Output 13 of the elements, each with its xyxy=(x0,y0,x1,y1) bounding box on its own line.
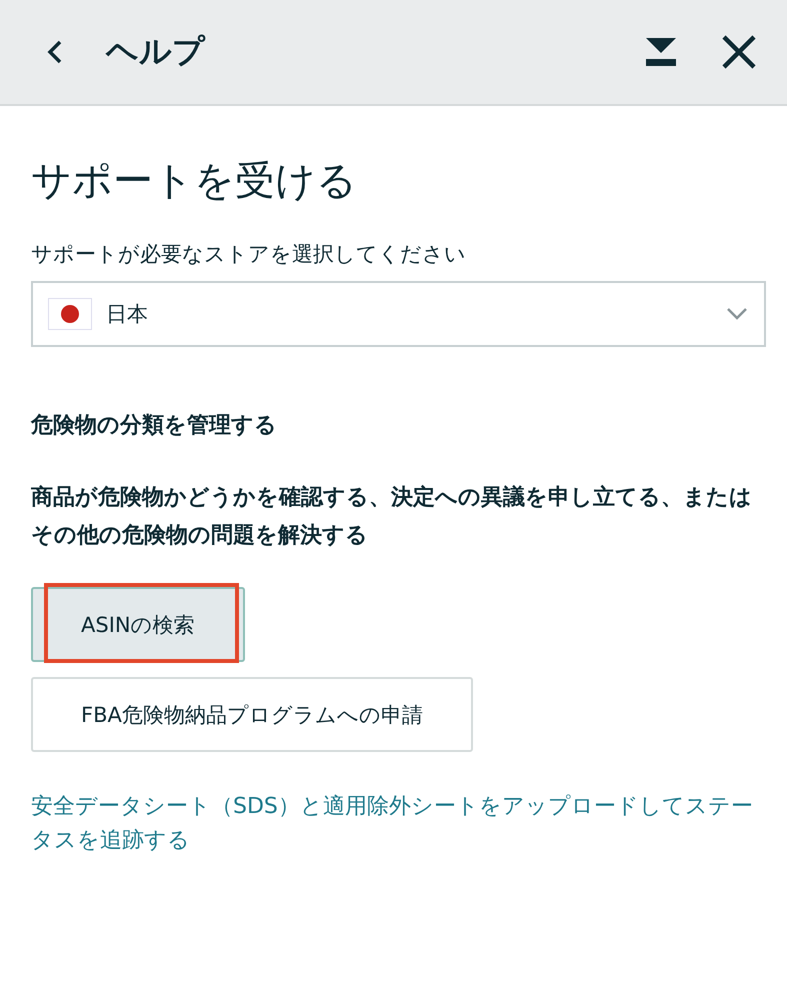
page-title: サポートを受ける xyxy=(31,157,358,206)
minimize-button[interactable] xyxy=(645,37,677,67)
close-button[interactable] xyxy=(721,34,757,70)
field-label: サポートが必要なストアを選択してください xyxy=(31,241,467,268)
action-button[interactable]: FBA危険物納品プログラムへの申請 xyxy=(31,677,473,752)
chevron-down-icon xyxy=(726,307,748,321)
action-button[interactable]: ASINの検索 xyxy=(31,587,245,662)
store-dropdown[interactable]: 日本 xyxy=(31,281,766,347)
panel-title: ヘルプ xyxy=(106,31,205,72)
section-description: 商品が危険物かどうかを確認する、決定への異議を申し立てる、またはその他の危険物の問題を解決する xyxy=(31,484,753,550)
flag-icon xyxy=(48,298,92,330)
upload-link[interactable]: 安全データシート（SDS）と適用除外シートをアップロードしてステータスを追跡する xyxy=(31,790,766,858)
section-heading: 危険物の分類を管理する xyxy=(31,412,278,440)
